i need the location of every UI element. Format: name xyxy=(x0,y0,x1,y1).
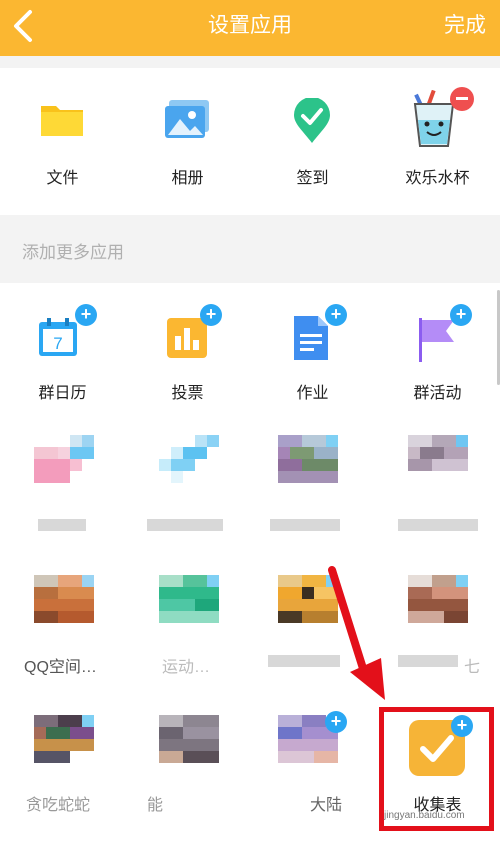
watermark: jingyan.baidu.com xyxy=(384,810,465,821)
annotation-arrow-icon xyxy=(328,566,385,700)
